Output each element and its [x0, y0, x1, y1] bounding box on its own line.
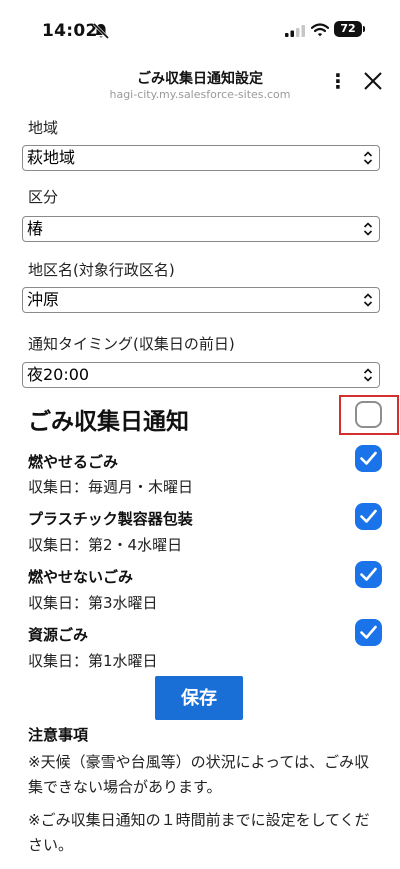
garbage-item-name: 資源ごみ: [28, 626, 89, 644]
battery-tip: [363, 26, 365, 32]
region-select-value: 萩地域: [27, 148, 76, 167]
garbage-item-checkbox[interactable]: [355, 503, 382, 530]
wifi-icon: [311, 23, 329, 37]
checkmark-icon: [360, 451, 377, 465]
garbage-item-name: プラスチック製容器包装: [28, 510, 193, 528]
category-select-value: 椿: [27, 219, 44, 238]
chevron-updown-icon: [363, 293, 373, 307]
garbage-item-date: 収集日：第2・4水曜日: [28, 536, 183, 554]
status-bar: 14:02 72: [0, 0, 400, 58]
chevron-updown-icon: [363, 151, 373, 165]
timing-select-value: 夜20:00: [27, 365, 90, 384]
district-select[interactable]: 沖原: [22, 287, 380, 313]
garbage-item-checkbox[interactable]: [355, 561, 382, 588]
save-button[interactable]: 保存: [155, 676, 243, 720]
notification-section-title: ごみ収集日通知: [28, 409, 189, 435]
close-icon[interactable]: [362, 70, 384, 92]
garbage-item-checkbox[interactable]: [355, 445, 382, 472]
chevron-updown-icon: [363, 222, 373, 236]
garbage-item-date: 収集日：第1水曜日: [28, 652, 158, 670]
notes-title: 注意事項: [28, 726, 89, 744]
bell-off-icon: [92, 22, 110, 40]
chevron-updown-icon: [363, 368, 373, 382]
garbage-item-name: 燃やせるごみ: [28, 453, 119, 471]
checkmark-icon: [360, 509, 377, 523]
note-text: ※ごみ収集日通知の１時間前までに設定をしてください。: [28, 811, 370, 854]
status-time: 14:02: [42, 21, 98, 41]
checkmark-icon: [360, 567, 377, 581]
browser-header: ごみ収集日通知設定 hagi-city.my.salesforce-sites.…: [0, 58, 400, 108]
garbage-item-name: 燃やせないごみ: [28, 568, 134, 586]
district-select-value: 沖原: [27, 290, 60, 309]
region-select[interactable]: 萩地域: [22, 145, 380, 171]
category-select[interactable]: 椿: [22, 216, 380, 242]
category-label: 区分: [28, 188, 59, 206]
district-label: 地区名(対象行政区名): [28, 261, 175, 279]
region-label: 地域: [28, 119, 59, 137]
battery-icon: 72: [334, 21, 362, 37]
note-text: ※天候（豪雪や台風等）の状況によっては、ごみ収集できない場合があります。: [28, 753, 370, 796]
master-checkbox[interactable]: [355, 401, 382, 428]
timing-label: 通知タイミング(収集日の前日): [28, 335, 235, 353]
checkmark-icon: [360, 625, 377, 639]
garbage-item-date: 収集日：第3水曜日: [28, 594, 158, 612]
more-vertical-icon[interactable]: ⋮: [328, 68, 348, 94]
timing-select[interactable]: 夜20:00: [22, 362, 380, 388]
garbage-item-date: 収集日：毎週月・木曜日: [28, 478, 194, 496]
garbage-item-checkbox[interactable]: [355, 619, 382, 646]
signal-icon: [285, 25, 305, 37]
